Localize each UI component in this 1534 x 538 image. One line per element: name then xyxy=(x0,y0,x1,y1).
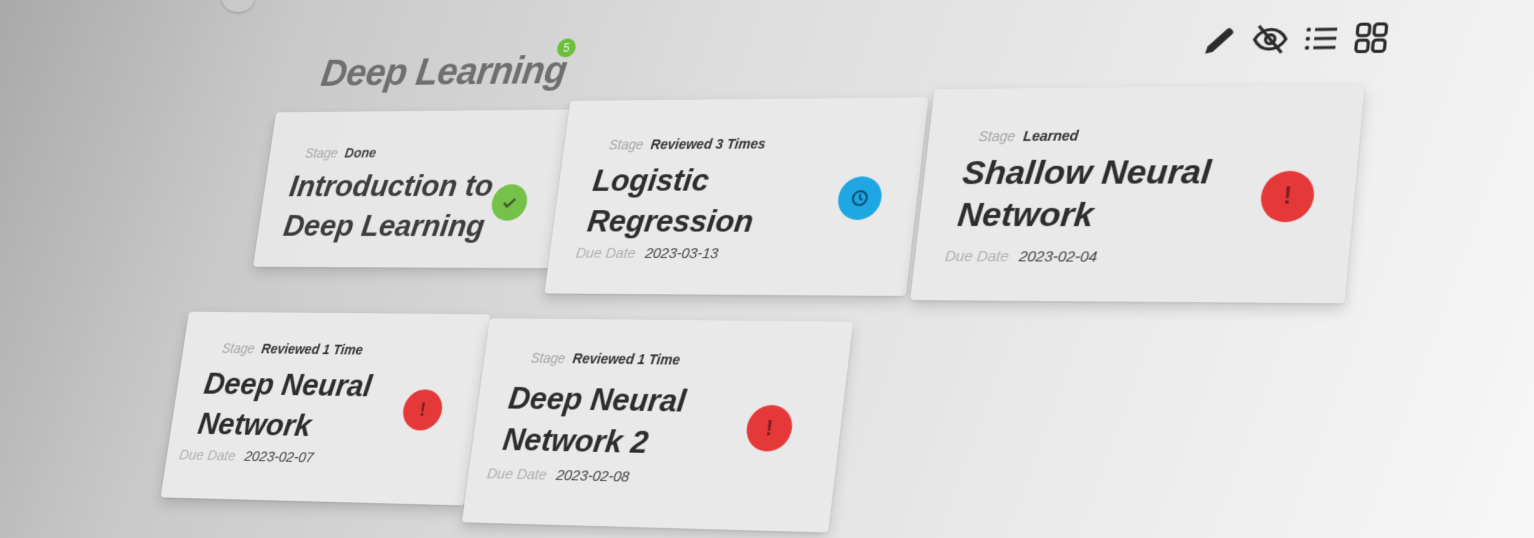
page-title: Deep Learning xyxy=(318,49,570,95)
due-date-label: Due Date xyxy=(574,245,637,262)
list-view-button[interactable] xyxy=(1298,18,1344,59)
grid-view-icon xyxy=(1350,19,1392,56)
stage-label: Stage xyxy=(529,349,567,367)
status-indicator: ! xyxy=(744,404,795,452)
status-indicator xyxy=(835,176,885,220)
card-title: Deep Neural Network 2 xyxy=(500,380,689,460)
topic-card[interactable]: Stage Reviewed 3 Times Logistic Regressio… xyxy=(544,97,929,296)
topic-card[interactable]: Stage Done Introduction to Deep Learning xyxy=(253,109,574,269)
due-date-value: 2023-02-08 xyxy=(555,466,631,486)
stage-value: Reviewed 1 Time xyxy=(571,350,681,368)
due-date-label: Due Date xyxy=(178,446,237,465)
stage-value: Reviewed 3 Times xyxy=(649,135,767,153)
topic-card[interactable]: Stage Learned Shallow Neural Network Due … xyxy=(910,84,1365,304)
card-title: Introduction to Deep Learning xyxy=(281,168,496,243)
stage-value: Reviewed 1 Time xyxy=(260,340,364,358)
stage-line: Stage Learned xyxy=(978,128,1079,145)
course-board: Deep Learning 5 Stage Done Introduction … xyxy=(26,0,1534,538)
hide-toggle-button[interactable] xyxy=(1247,19,1293,60)
exclamation-icon: ! xyxy=(418,398,428,421)
edit-button[interactable] xyxy=(1198,20,1243,61)
stage-line: Stage Reviewed 1 Time xyxy=(221,340,364,357)
card-title: Deep Neural Network xyxy=(195,365,375,443)
stage-label: Stage xyxy=(608,136,645,153)
avatar[interactable] xyxy=(222,0,254,12)
due-date-label: Due Date xyxy=(944,248,1010,266)
stage-label: Stage xyxy=(977,128,1017,145)
exclamation-icon: ! xyxy=(764,415,775,441)
due-date-line: Due Date 2023-02-04 xyxy=(944,248,1098,266)
due-date-value: 2023-02-04 xyxy=(1018,248,1099,266)
topic-card[interactable]: Stage Reviewed 1 Time Deep Neural Network… xyxy=(461,318,854,533)
stage-label: Stage xyxy=(221,340,256,357)
due-date-value: 2023-03-13 xyxy=(643,245,720,263)
stage-line: Stage Reviewed 1 Time xyxy=(530,350,681,368)
stage-line: Stage Done xyxy=(304,145,377,160)
exclamation-icon: ! xyxy=(1281,182,1294,210)
check-icon xyxy=(499,193,520,212)
due-date-line: Due Date 2023-02-07 xyxy=(178,447,314,466)
due-date-line: Due Date 2023-02-08 xyxy=(486,465,630,485)
eye-off-icon xyxy=(1250,21,1291,58)
due-date-line: Due Date 2023-03-13 xyxy=(575,245,719,262)
stage-value: Learned xyxy=(1022,127,1080,144)
status-indicator: ! xyxy=(1258,170,1317,223)
view-toolbar xyxy=(1198,17,1395,60)
pencil-icon xyxy=(1205,28,1234,54)
stage-label: Stage xyxy=(304,145,339,161)
card-title: Shallow Neural Network xyxy=(955,152,1213,235)
card-title: Logistic Regression xyxy=(585,162,756,239)
due-date-value: 2023-02-07 xyxy=(243,448,315,467)
list-view-icon xyxy=(1304,27,1338,50)
status-indicator: ! xyxy=(400,389,445,431)
topic-count-badge: 5 xyxy=(555,38,577,58)
history-icon xyxy=(847,186,873,210)
stage-value: Done xyxy=(343,145,378,161)
topic-card[interactable]: Stage Reviewed 1 Time Deep Neural Network… xyxy=(160,311,491,506)
stage-line: Stage Reviewed 3 Times xyxy=(608,136,766,152)
grid-view-button[interactable] xyxy=(1348,17,1394,58)
due-date-label: Due Date xyxy=(486,465,548,484)
